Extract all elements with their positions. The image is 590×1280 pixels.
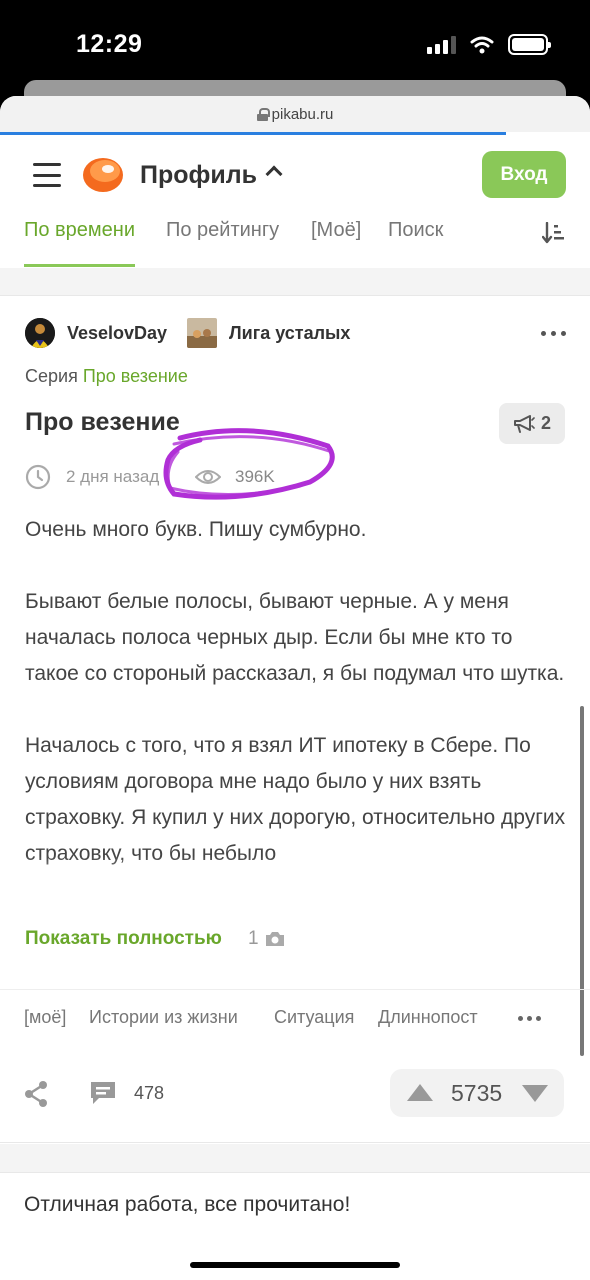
wifi-icon [470, 36, 494, 53]
signal-icon [427, 35, 456, 54]
series-prefix: Серия [25, 366, 78, 386]
hamburger-menu-icon[interactable] [33, 163, 61, 187]
badge-count: 2 [540, 413, 551, 433]
home-indicator[interactable] [190, 1262, 400, 1268]
megaphone-icon [513, 414, 535, 433]
divider [0, 989, 590, 990]
chevron-up-icon[interactable] [265, 165, 283, 183]
tag-item[interactable]: Ситуация [274, 1007, 354, 1028]
section-gap [0, 268, 590, 295]
comment-icon[interactable] [89, 1080, 117, 1106]
story-card: VeselovDay Лига усталых Серия Про везени… [0, 295, 590, 1143]
sort-icon[interactable] [542, 222, 564, 244]
community-icon[interactable] [187, 318, 217, 348]
site-header: Профиль Вход [0, 135, 590, 219]
author-name[interactable]: VeselovDay [67, 323, 167, 344]
browser-window: pikabu.ru Профиль Вход По времени По рей… [0, 96, 590, 1280]
tags-more-icon[interactable] [518, 1016, 541, 1021]
image-count: 1 [248, 928, 259, 949]
community-name[interactable]: Лига усталых [229, 323, 350, 344]
status-time: 12:29 [76, 30, 143, 58]
sort-tabs: По времени По рейтингу [Моё] Поиск [0, 219, 590, 267]
feed-end-message: Отличная работа, все прочитано! [24, 1193, 351, 1216]
tag-item[interactable]: Истории из жизни [89, 1007, 238, 1028]
url-text: pikabu.ru [271, 105, 334, 123]
clock-icon [25, 464, 51, 490]
comment-count[interactable]: 478 [134, 1083, 164, 1104]
tab-by-time[interactable]: По времени [24, 219, 136, 267]
story-paragraph: Бывают белые полосы, бывают черные. А у … [25, 590, 565, 685]
url-bar[interactable]: pikabu.ru [0, 96, 590, 132]
section-gap [0, 1144, 590, 1172]
tab-by-rating[interactable]: По рейтингу [166, 219, 279, 267]
status-icons [427, 34, 551, 55]
story-more-icon[interactable] [541, 331, 566, 336]
series-line: Серия Про везение [25, 366, 188, 387]
handdrawn-circle-annotation [163, 428, 335, 500]
rating-value: 5735 [451, 1080, 503, 1106]
status-bar: 12:29 [0, 0, 590, 90]
tag-item[interactable]: Длиннопост [378, 1007, 478, 1028]
login-button[interactable]: Вход [482, 151, 566, 198]
lock-icon [256, 107, 270, 121]
story-title[interactable]: Про везение [25, 408, 180, 437]
downvote-icon[interactable] [522, 1085, 548, 1102]
story-paragraph: Очень много букв. Пишу сумбурно. [25, 518, 367, 541]
show-full-link[interactable]: Показать полностью [25, 928, 222, 950]
battery-icon [508, 34, 551, 55]
story-paragraph: Началось с того, что я взял ИТ ипотеку в… [25, 734, 566, 865]
camera-icon [266, 932, 284, 946]
author-avatar[interactable] [25, 318, 55, 348]
share-icon[interactable] [23, 1080, 49, 1108]
pikabu-logo-icon[interactable] [82, 155, 126, 195]
scrollbar[interactable] [580, 706, 584, 1056]
tab-mine[interactable]: [Моё] [311, 219, 361, 267]
text-fade [0, 856, 590, 916]
story-badge[interactable]: 2 [499, 403, 565, 444]
series-link[interactable]: Про везение [83, 366, 188, 386]
profile-title[interactable]: Профиль [140, 161, 257, 190]
tab-search[interactable]: Поиск [388, 219, 443, 267]
story-body: Очень много букв. Пишу сумбурно. Бывают … [25, 512, 570, 908]
upvote-icon[interactable] [407, 1084, 433, 1101]
story-time: 2 дня назад [66, 467, 160, 486]
tag-item[interactable]: [моё] [24, 1007, 66, 1028]
rating-control: 5735 [390, 1069, 564, 1117]
